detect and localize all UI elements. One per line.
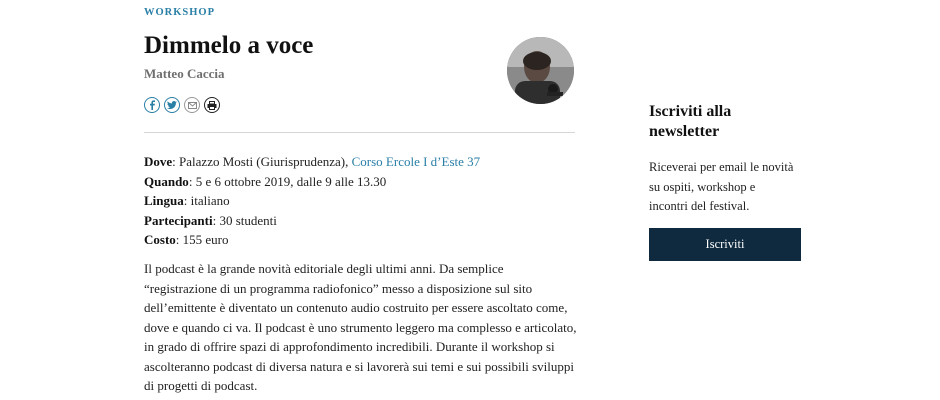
facebook-icon[interactable] bbox=[144, 97, 160, 113]
detail-date: Quando: 5 e 6 ottobre 2019, dalle 9 alle… bbox=[144, 173, 387, 189]
event-details: Dove: Palazzo Mosti (Giurisprudenza), Co… bbox=[144, 152, 480, 250]
newsletter-description: Riceverai per email le novità su ospiti,… bbox=[649, 158, 809, 217]
email-icon[interactable] bbox=[184, 97, 200, 113]
detail-label: Partecipanti bbox=[144, 212, 213, 228]
print-icon[interactable] bbox=[204, 97, 220, 113]
newsletter-text-line: su ospiti, workshop e bbox=[649, 179, 756, 194]
divider bbox=[144, 132, 575, 133]
article-author[interactable]: Matteo Caccia bbox=[144, 66, 225, 82]
article-kicker: WORKSHOP bbox=[144, 7, 216, 18]
detail-value: 30 studenti bbox=[219, 212, 277, 228]
address-link[interactable]: Corso Ercole I d’Este 37 bbox=[352, 154, 481, 169]
detail-label: Dove bbox=[144, 154, 173, 169]
detail-value: 5 e 6 ottobre 2019, dalle 9 alle 13.30 bbox=[195, 173, 387, 189]
twitter-icon[interactable] bbox=[164, 97, 180, 113]
detail-language: Lingua: italiano bbox=[144, 193, 230, 208]
article-body: Il podcast è la grande novità editoriale… bbox=[144, 259, 584, 396]
author-avatar bbox=[507, 37, 574, 104]
newsletter-text-line: Riceverai per email le novità bbox=[649, 160, 794, 174]
body-line: in grado di offrire spazi di approfondim… bbox=[144, 339, 555, 354]
detail-value: Palazzo Mosti (Giurisprudenza), bbox=[179, 154, 352, 169]
newsletter-title-line: newsletter bbox=[649, 123, 720, 140]
detail-value: 155 euro bbox=[182, 232, 229, 247]
body-line: dell’emittente è diventato un contenuto … bbox=[144, 300, 568, 315]
share-bar bbox=[144, 97, 220, 113]
body-line: dove e quando ci va. Il podcast è uno st… bbox=[144, 319, 577, 335]
detail-cost: Costo: 155 euro bbox=[144, 232, 229, 247]
newsletter-title-line: Iscriviti alla bbox=[649, 103, 732, 120]
body-line: di progetti di podcast. bbox=[144, 378, 258, 393]
body-line: ascolteranno podcast di diversa natura e… bbox=[144, 358, 574, 374]
subscribe-button[interactable]: Iscriviti bbox=[649, 228, 801, 261]
detail-label: Lingua bbox=[144, 193, 184, 208]
detail-value: italiano bbox=[190, 193, 230, 208]
detail-participants: Partecipanti: 30 studenti bbox=[144, 212, 277, 228]
newsletter-title: Iscriviti alla newsletter bbox=[649, 102, 789, 142]
detail-location: Dove: Palazzo Mosti (Giurisprudenza), Co… bbox=[144, 154, 481, 169]
article-title: Dimmelo a voce bbox=[144, 32, 314, 59]
detail-label: Quando bbox=[144, 173, 189, 189]
body-line: “registrazione di un programma radiofoni… bbox=[144, 280, 533, 296]
body-line: Il podcast è la grande novità editoriale… bbox=[144, 261, 504, 276]
newsletter-text-line: incontri del festival. bbox=[649, 199, 750, 213]
detail-label: Costo bbox=[144, 232, 176, 247]
